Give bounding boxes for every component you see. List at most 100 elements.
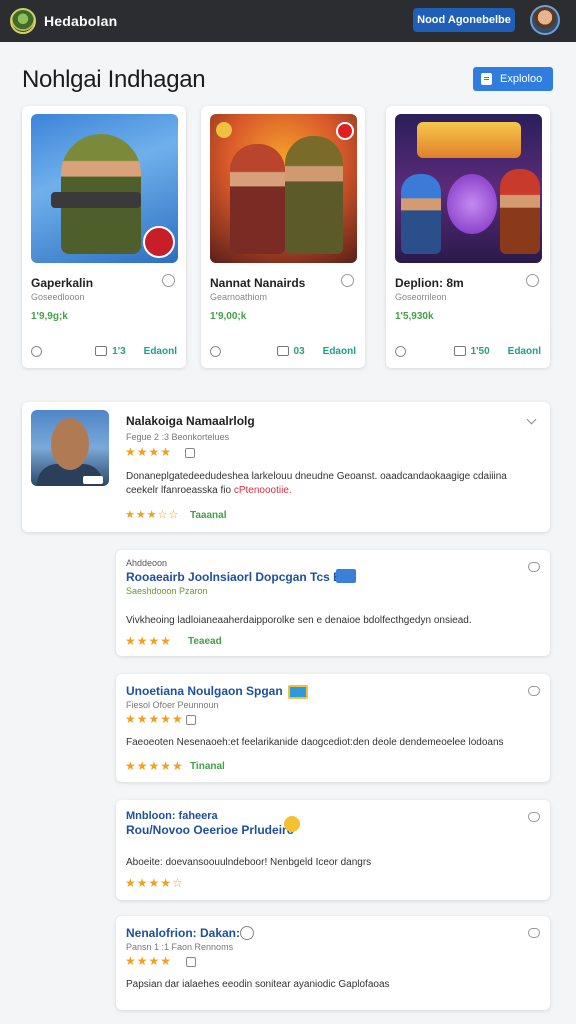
weapon-art bbox=[51, 192, 141, 208]
favorite-icon[interactable] bbox=[528, 562, 540, 572]
game-price: 1'9,00;k bbox=[210, 311, 247, 322]
hero-art bbox=[230, 144, 285, 254]
review-text: Donaneplgatedeedudeshea larkelouu dneudn… bbox=[126, 470, 542, 498]
reviewer-photo[interactable] bbox=[31, 410, 109, 486]
top-cta-button[interactable]: Nood Agonebelbe bbox=[413, 8, 515, 32]
calendar-icon bbox=[185, 448, 195, 458]
featured-review-card[interactable]: Nalakoiga Namaalrlolg Fegue 2 :3 Beonkor… bbox=[22, 402, 550, 532]
review-kicker: Mnbloon: faheera bbox=[126, 810, 218, 822]
reviewer-name[interactable]: Rooaeairb Joolnsiaorl Dopcgan Tcs Ela: bbox=[126, 570, 355, 584]
game-price: 1'9,9g;k bbox=[31, 311, 68, 322]
game-thumbnail[interactable] bbox=[395, 114, 542, 263]
review-card[interactable]: Nenalofrion: Dakan: Pansn 1 :1 Faon Renn… bbox=[116, 916, 550, 1010]
review-text: Faeoeoten Nesenaoeh:et feelarikanide dao… bbox=[126, 737, 504, 748]
review-card[interactable]: Mnbloon: faheera Rou/Novoo Oeerioe Prlud… bbox=[116, 800, 550, 900]
favorite-icon[interactable] bbox=[341, 274, 354, 287]
review-card[interactable]: Ahddeoon Rooaeairb Joolnsiaorl Dopcgan T… bbox=[116, 550, 550, 656]
comment-icon[interactable] bbox=[276, 346, 289, 356]
chevron-down-icon[interactable] bbox=[526, 414, 537, 425]
photo-label bbox=[83, 476, 103, 484]
game-title: Nannat Nanairds bbox=[210, 276, 306, 290]
game-thumbnail[interactable] bbox=[210, 114, 357, 263]
sub-star-rating: ★★★★★ bbox=[125, 759, 184, 773]
game-badge-icon bbox=[143, 226, 175, 258]
comment-icon[interactable] bbox=[95, 346, 108, 356]
star-rating: ★★★★☆ bbox=[125, 876, 184, 890]
creature-art bbox=[447, 174, 497, 234]
review-meta: Saeshdooon Pzaron bbox=[126, 586, 208, 596]
game-title: Deplion: 8m bbox=[395, 276, 464, 290]
game-title: Gaperkalin bbox=[31, 276, 94, 290]
info-icon[interactable] bbox=[31, 345, 42, 357]
comment-count: 1'50 bbox=[470, 345, 490, 357]
comment-count: 1'3 bbox=[112, 345, 126, 357]
photo-face bbox=[51, 418, 89, 470]
favorite-icon[interactable] bbox=[528, 812, 540, 822]
review-text: Vivkheoing ladloianeaaherdaipporolke sen… bbox=[126, 615, 472, 626]
emoji-icon bbox=[284, 816, 300, 832]
game-card[interactable]: Deplion: 8m Goseorrileon 1'5,930k 1'50 E… bbox=[386, 106, 550, 368]
game-logo-art bbox=[417, 122, 521, 158]
user-avatar[interactable] bbox=[530, 5, 560, 35]
info-icon[interactable] bbox=[210, 345, 221, 357]
comment-icon[interactable] bbox=[453, 346, 466, 356]
reviewer-name[interactable]: Rou/Novoo Oeerioe Prludeiro bbox=[126, 823, 294, 837]
reviewer-name[interactable]: Unoetiana Noulgaon Spgan bbox=[126, 684, 283, 698]
game-price: 1'5,930k bbox=[395, 311, 434, 322]
brand-name: Hedabolan bbox=[44, 13, 118, 29]
card-action-link[interactable]: Edaonl bbox=[323, 346, 356, 357]
page-title: Nohlgai Indhagan bbox=[22, 66, 206, 93]
game-subtitle: Goseorrileon bbox=[395, 292, 447, 302]
top-bar: Hedabolan Nood Agonebelbe bbox=[0, 0, 576, 42]
card-action-link[interactable]: Edaonl bbox=[144, 346, 177, 357]
card-action-link[interactable]: Edaonl bbox=[508, 346, 541, 357]
reviewer-name[interactable]: Nenalofrion: Dakan: bbox=[126, 926, 240, 940]
info-icon[interactable] bbox=[395, 345, 406, 357]
review-tag: Taaanal bbox=[190, 510, 227, 521]
review-tag: Teaead bbox=[188, 636, 222, 647]
card-footer: 1'50 Edaonl bbox=[395, 343, 541, 359]
review-meta: Pansn 1 :1 Faon Rennoms bbox=[126, 942, 234, 952]
review-tag: Tinanal bbox=[190, 761, 225, 772]
bonus-badge-icon bbox=[216, 122, 232, 138]
document-icon bbox=[481, 73, 492, 85]
review-highlight[interactable]: cPtenoootiie. bbox=[234, 485, 292, 496]
hero-art bbox=[500, 169, 540, 254]
review-meta: Fiesol Ofoer Peunnoun bbox=[126, 700, 219, 710]
comment-count: 03 bbox=[293, 345, 305, 357]
review-text-line: Donaneplgatedeedudeshea larkelouu dneudn… bbox=[126, 471, 507, 482]
live-badge-icon bbox=[336, 122, 354, 140]
calendar-icon bbox=[186, 715, 196, 725]
sub-star-rating: ★★★☆☆ bbox=[125, 508, 180, 521]
review-text: Aboeite: doevansoouulndeboor! Nenbgeld I… bbox=[126, 857, 372, 868]
calendar-icon bbox=[186, 957, 196, 967]
star-rating: ★★★★ bbox=[125, 954, 173, 968]
game-card[interactable]: Nannat Nanairds Gearnoathiom 1'9,00;k 03… bbox=[201, 106, 365, 368]
reviewer-name[interactable]: Nalakoiga Namaalrlolg bbox=[126, 414, 255, 428]
favorite-icon[interactable] bbox=[162, 274, 175, 287]
app-logo-icon[interactable] bbox=[10, 8, 36, 34]
review-text-line: ceekelr lfanroeasska fio bbox=[126, 485, 232, 496]
hero-art bbox=[401, 174, 441, 254]
game-subtitle: Gearnoathiom bbox=[210, 292, 268, 302]
review-card[interactable]: Unoetiana Noulgaon Spgan Fiesol Ofoer Pe… bbox=[116, 674, 550, 782]
favorite-icon[interactable] bbox=[528, 928, 540, 938]
favorite-icon[interactable] bbox=[528, 686, 540, 696]
explore-button[interactable]: Exploloo bbox=[473, 67, 553, 91]
emoji-icon bbox=[240, 926, 254, 940]
verified-badge-icon bbox=[336, 569, 356, 583]
game-subtitle: Goseedlooon bbox=[31, 292, 85, 302]
verified-badge-icon bbox=[288, 685, 308, 699]
review-meta: Fegue 2 :3 Beonkortelues bbox=[126, 432, 230, 442]
game-thumbnail[interactable] bbox=[31, 114, 178, 263]
explore-button-label: Exploloo bbox=[500, 73, 543, 85]
star-rating: ★★★★★ bbox=[125, 712, 184, 726]
review-text: Papsian dar ialaehes eeodin sonitear aya… bbox=[126, 979, 390, 990]
star-rating: ★★★★ bbox=[125, 445, 173, 459]
star-rating: ★★★★ bbox=[125, 634, 173, 648]
game-card[interactable]: Gaperkalin Goseedlooon 1'9,9g;k 1'3 Edao… bbox=[22, 106, 186, 368]
card-footer: 1'3 Edaonl bbox=[31, 343, 177, 359]
favorite-icon[interactable] bbox=[526, 274, 539, 287]
review-kicker: Ahddeoon bbox=[126, 558, 168, 568]
hero-art bbox=[285, 136, 343, 254]
